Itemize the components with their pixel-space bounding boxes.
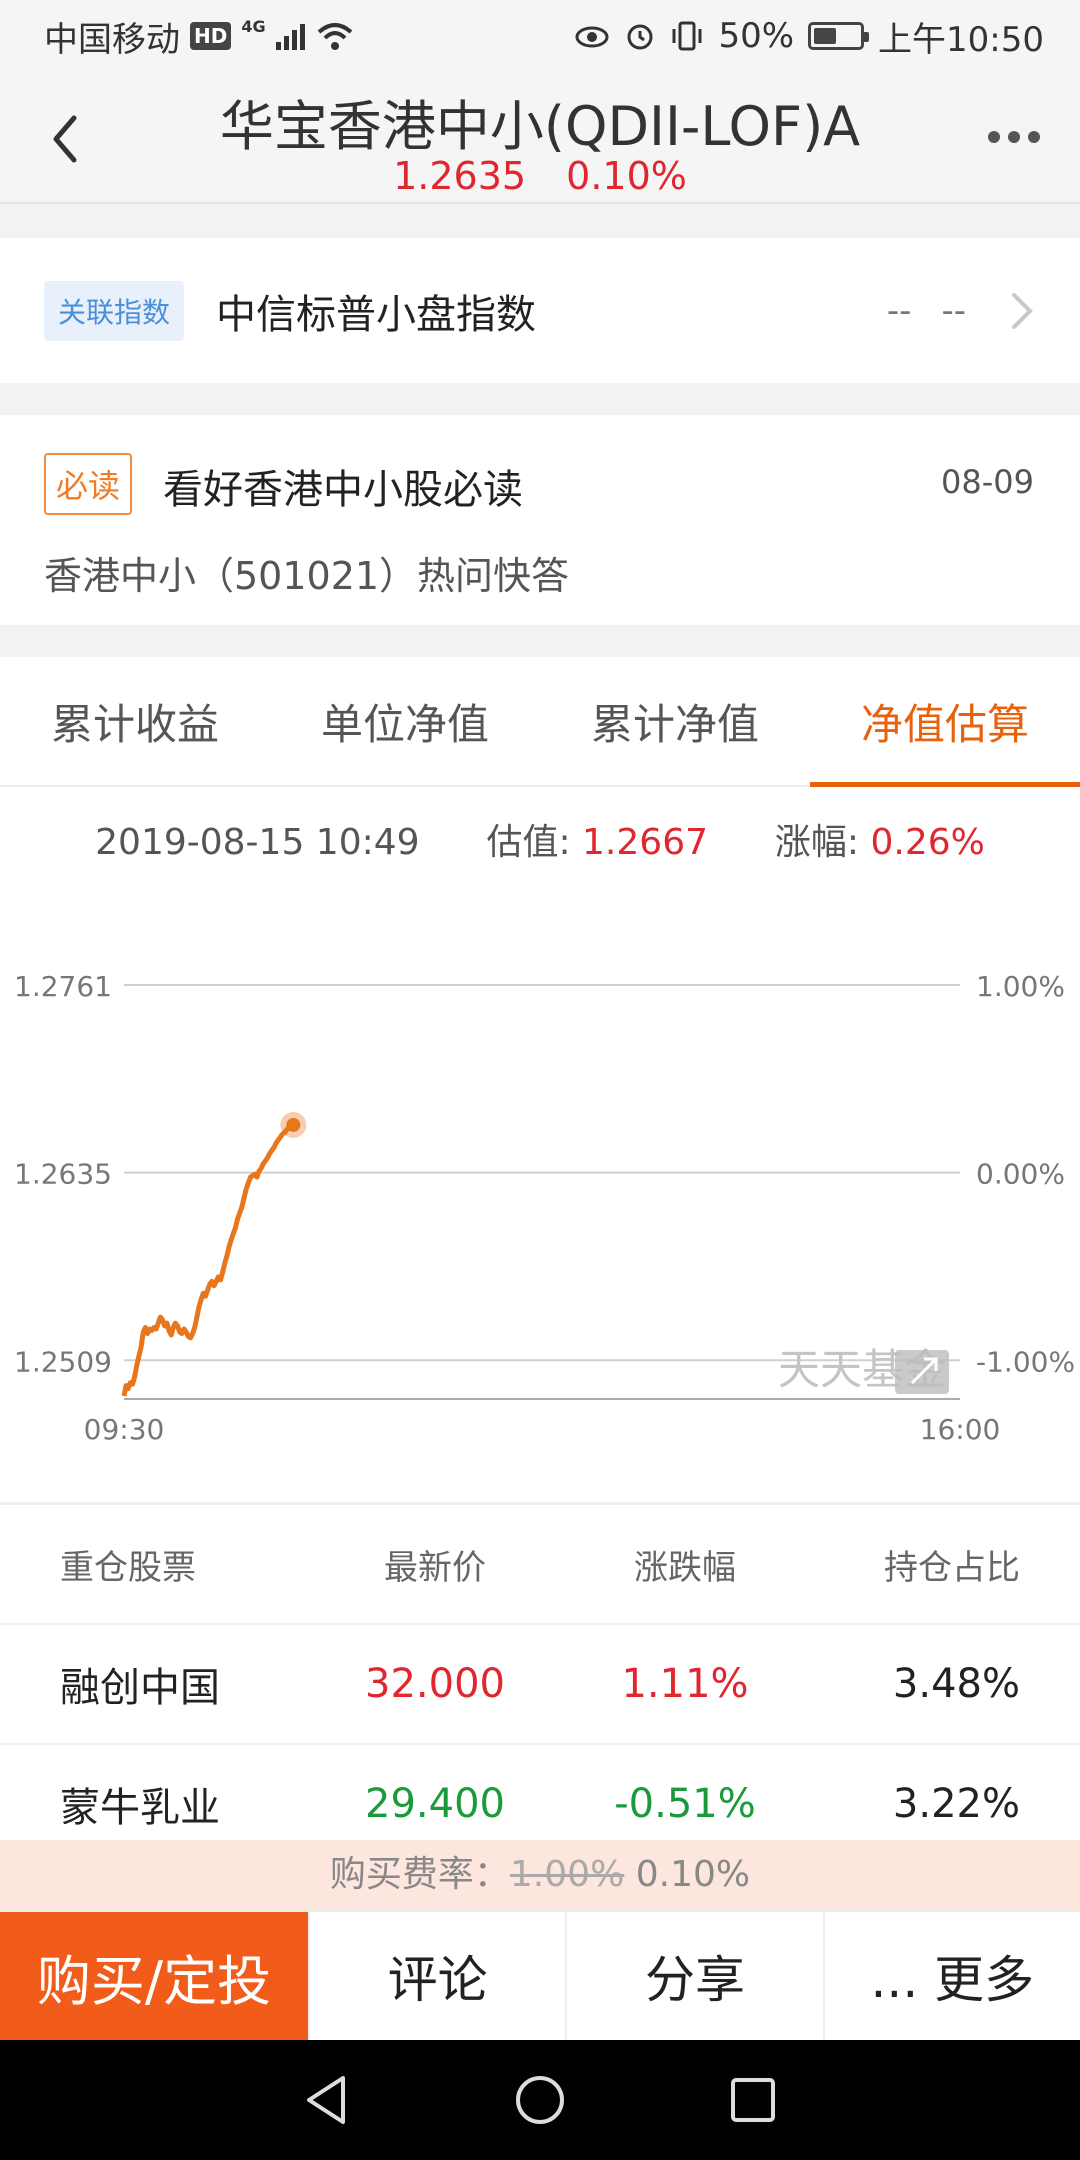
chart-canvas: 1.2761 1.00% 1.2635 0.00% 1.2509 -1.00% 09:30 1…: [14, 970, 1075, 1446]
holdings-table: 重仓股票 最新价 涨跌幅 持仓占比 融创中国 32.000 1.11% 3.48…: [0, 1502, 1080, 1840]
must-read-title[interactable]: 看好香港中小股必读: [163, 457, 523, 515]
holdings-header-row: 重仓股票 最新价 涨跌幅 持仓占比: [0, 1505, 1080, 1625]
x-tick-label: 16:00: [920, 1413, 1001, 1446]
must-read-tag: 必读: [44, 453, 133, 515]
y-tick-label-right: 0.00%: [976, 1158, 1065, 1191]
series-line: [121, 1122, 295, 1397]
comment-button[interactable]: 评论: [308, 1912, 565, 2040]
chart-datetime: 2019-08-15 10:49: [95, 822, 420, 863]
fee-current: 0.10%: [635, 1854, 751, 1895]
more-menu-button[interactable]: [984, 122, 1044, 152]
home-circle-icon[interactable]: [512, 2072, 568, 2128]
clock: 上午10:50: [878, 19, 1044, 60]
stock-change: -0.51%: [614, 1781, 756, 1827]
status-bar: 中国移动 HD 4G 50% 上午10:50: [0, 0, 1080, 72]
fee-label: 购买费率：: [329, 1854, 510, 1895]
must-read-card[interactable]: 必读 看好香港中小股必读 08-09 香港中小（501021）热问快答: [0, 415, 1080, 625]
table-row[interactable]: 蒙牛乳业 29.400 -0.51% 3.22%: [0, 1745, 1080, 1840]
wifi-icon: [317, 23, 352, 50]
must-read-date: 08-09: [941, 463, 1034, 501]
related-index-value: --: [886, 290, 912, 331]
fund-title: 华宝香港中小(QDII-LOF)A: [219, 95, 861, 152]
tab-cumulative-nav[interactable]: 累计净值: [540, 657, 810, 785]
signal-icon: [275, 22, 305, 50]
current-point-marker: [286, 1117, 301, 1132]
stock-weight: 3.48%: [892, 1661, 1020, 1707]
y-tick-label-left: 1.2509: [14, 1345, 112, 1378]
related-index-row[interactable]: 关联指数 中信标普小盘指数 -- --: [0, 238, 1080, 383]
carrier-label: 中国移动: [44, 19, 180, 60]
chart-tabs: 累计收益 单位净值 累计净值 净值估算: [0, 657, 1080, 787]
chevron-right-icon: [1012, 292, 1033, 329]
battery-icon: [808, 22, 870, 50]
system-nav-bar: [0, 2040, 1080, 2160]
estimate-value: 1.2667: [582, 822, 708, 863]
fund-header: 华宝香港中小(QDII-LOF)A 1.2635 0.10%: [0, 72, 1080, 204]
stock-name: 融创中国: [60, 1665, 220, 1711]
dot-icon: [1008, 131, 1020, 143]
estimate-label: 估值:: [486, 822, 583, 863]
chart-header: 2019-08-15 10:49 估值: 1.2667 涨幅: 0.26%: [0, 813, 1080, 865]
must-read-subtitle[interactable]: 香港中小（501021）热问快答: [44, 545, 569, 600]
header-change: 涨跌幅: [634, 1547, 736, 1588]
related-index-change: --: [941, 290, 966, 331]
recents-square-icon[interactable]: [725, 2072, 781, 2128]
y-tick-label-left: 1.2761: [14, 970, 112, 1003]
stock-weight: 3.22%: [892, 1781, 1020, 1827]
stock-change: 1.11%: [621, 1661, 749, 1707]
vibrate-icon: [672, 21, 702, 51]
y-tick-label-right: -1.00%: [976, 1345, 1075, 1378]
eye-icon: [575, 26, 609, 48]
tab-cumulative-return[interactable]: 累计收益: [0, 657, 270, 785]
x-tick-label: 09:30: [84, 1413, 165, 1446]
stock-name: 蒙牛乳业: [60, 1785, 220, 1831]
header-price: 最新价: [384, 1547, 486, 1588]
header-weight: 持仓占比: [884, 1547, 1020, 1588]
share-button[interactable]: 分享: [565, 1912, 822, 2040]
y-tick-label-right: 1.00%: [976, 970, 1065, 1003]
buy-button[interactable]: 购买/定投: [0, 1912, 308, 2040]
more-button[interactable]: ... 更多: [822, 1912, 1080, 2040]
nav-estimate-chart: 1.2761 1.00% 1.2635 0.00% 1.2509 -1.00% 09:30 1…: [0, 787, 1080, 1502]
related-index-tag: 关联指数: [44, 280, 185, 341]
change-label: 涨幅:: [774, 822, 871, 863]
network-type: 4G: [241, 16, 266, 36]
table-row[interactable]: 融创中国 32.000 1.11% 3.48%: [0, 1625, 1080, 1745]
change-value: 0.26%: [870, 822, 985, 863]
hd-badge: HD: [190, 22, 232, 50]
header-stock: 重仓股票: [60, 1547, 196, 1588]
dot-icon: [988, 131, 1000, 143]
dot-icon: [1028, 131, 1040, 143]
tab-unit-nav[interactable]: 单位净值: [270, 657, 540, 785]
fund-nav-value: 1.2635: [393, 154, 527, 198]
related-index-name: 中信标普小盘指数: [216, 291, 537, 338]
related-index-values: -- --: [887, 291, 966, 331]
stock-price: 32.000: [365, 1661, 505, 1707]
alarm-icon: [627, 24, 653, 50]
bottom-action-bar: 购买/定投 评论 分享 ... 更多: [0, 1910, 1080, 2040]
stock-price: 29.400: [365, 1781, 505, 1827]
tab-nav-estimate[interactable]: 净值估算: [810, 657, 1080, 787]
fund-quote: 1.2635 0.10%: [0, 154, 1080, 198]
back-triangle-icon[interactable]: [299, 2072, 355, 2128]
purchase-fee-banner: 购买费率：1.00% 0.10%: [0, 1840, 1080, 1910]
fund-nav-change: 0.10%: [566, 154, 687, 198]
battery-percent: 50%: [718, 16, 795, 56]
y-tick-label-left: 1.2635: [14, 1158, 112, 1191]
fee-original: 1.00%: [509, 1854, 625, 1895]
